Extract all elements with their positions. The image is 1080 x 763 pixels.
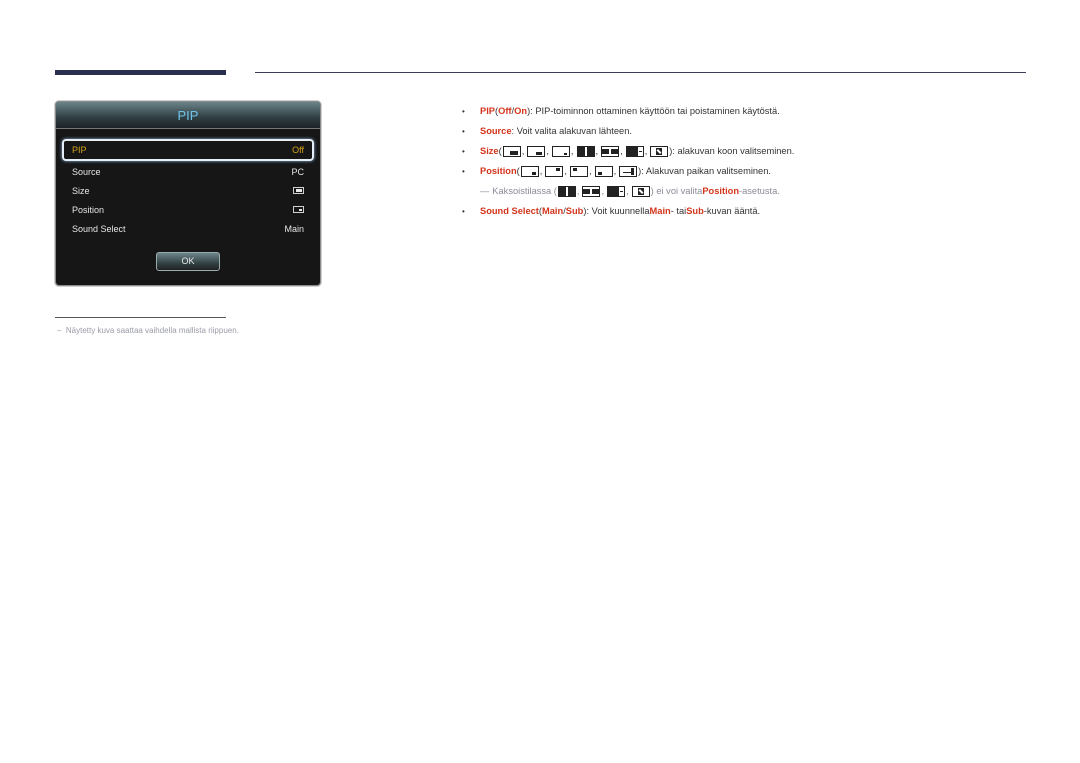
footnote-rule [55, 317, 226, 318]
osd-row-label: Sound Select [72, 223, 126, 234]
bullet-text: : Voit valita alakuvan lähteen. [511, 126, 632, 136]
term-source: Source [480, 126, 512, 136]
pip-osd-dialog: PIP PIP Off Source PC Size Position Soun… [55, 101, 321, 286]
bullet-text: : Alakuvan paikan valitseminen. [641, 166, 771, 176]
term-position: Position [480, 166, 517, 176]
term-pip: PIP [480, 106, 495, 116]
bullet-pip: • PIP (Off / On): PIP-toiminnon ottamine… [462, 101, 1062, 121]
header-bar-thick [55, 70, 226, 75]
term-off: Off [498, 106, 512, 116]
osd-row-label: Source [72, 166, 101, 177]
bullet-size: • Size ( , , , , , , ): alakuvan koon va… [462, 145, 795, 157]
osd-row-size[interactable]: Size [62, 181, 314, 200]
note-dash: — [480, 186, 490, 196]
bullet-text: : PIP-toiminnon ottaminen käyttöön tai p… [530, 106, 780, 116]
bullet-glyph: • [462, 107, 465, 116]
size-fullscreen-icon [650, 145, 669, 157]
term-main: Main [649, 206, 671, 216]
position-top-left-icon [569, 165, 588, 177]
term-position: Position [702, 186, 740, 196]
osd-row-sound-select[interactable]: Sound Select Main [62, 219, 314, 238]
osd-row-pip[interactable]: PIP Off [62, 139, 314, 161]
term-sound-select: Sound Select [480, 206, 539, 216]
bullet-text: -kuvan ääntä. [703, 206, 761, 216]
position-bottom-right-icon [520, 165, 539, 177]
bullet-text: : Voit kuunnella [586, 206, 650, 216]
term-sub: Sub [565, 206, 584, 216]
bullet-text: - tai [670, 206, 687, 216]
term-sub: Sub [686, 206, 704, 216]
size-side-by-side-small-icon [601, 145, 620, 157]
bullet-source: • Source: Voit valita alakuvan lähteen. [462, 121, 1062, 141]
osd-menu-list: PIP Off Source PC Size Position Sound Se… [62, 139, 314, 238]
size-main-sub-icon [607, 185, 626, 197]
size-large-icon [502, 145, 521, 157]
position-bottom-left-icon [594, 165, 613, 177]
note-text: Kaksoistilassa ( [492, 186, 557, 196]
term-size: Size [480, 146, 499, 156]
osd-row-position[interactable]: Position [62, 200, 314, 219]
paren: ( [498, 146, 502, 156]
bullet-glyph: • [462, 147, 465, 156]
osd-row-source[interactable]: Source PC [62, 162, 314, 181]
bullet-text: : alakuvan koon valitseminen. [672, 146, 795, 156]
position-custom-icon [619, 165, 638, 177]
osd-row-value: PC [291, 166, 304, 177]
note-dual-mode: — Kaksoistilassa ( , , , ) ei voi valita… [480, 185, 780, 197]
header-rule [255, 72, 1026, 73]
size-main-sub-icon [625, 145, 644, 157]
footnote: – Näytetty kuva saattaa vaihdella mallis… [57, 326, 239, 335]
bullet-glyph: • [462, 207, 465, 216]
note-text: -asetusta. [739, 186, 780, 196]
size-side-by-side-icon [576, 145, 595, 157]
bullet-position: • Position ( , , , , ): Alakuvan paikan … [462, 165, 771, 177]
osd-title: PIP [56, 102, 320, 129]
size-side-by-side-icon [557, 185, 576, 197]
osd-row-value: Main [284, 223, 304, 234]
position-icon [293, 206, 304, 213]
term-main: Main [542, 206, 564, 216]
size-side-by-side-small-icon [582, 185, 601, 197]
description-list: • PIP (Off / On): PIP-toiminnon ottamine… [462, 101, 1062, 221]
bullet-glyph: • [462, 167, 465, 176]
osd-row-label: Size [72, 185, 90, 196]
bullet-sound-select: • Sound Select (Main / Sub): Voit kuunne… [462, 201, 1062, 221]
position-top-right-icon [545, 165, 564, 177]
size-medium-icon [527, 145, 546, 157]
term-on: On [514, 106, 528, 116]
ok-button[interactable]: OK [156, 252, 220, 271]
footnote-dash: – [57, 326, 66, 335]
size-icon [293, 187, 304, 194]
size-fullscreen-icon [631, 185, 650, 197]
osd-row-label: Position [72, 204, 105, 215]
size-small-icon [551, 145, 570, 157]
paren: ( [516, 166, 520, 176]
osd-row-value: Off [292, 145, 304, 155]
bullet-glyph: • [462, 127, 465, 136]
note-text: ) ei voi valita [650, 186, 703, 196]
osd-row-label: PIP [72, 145, 87, 155]
footnote-text: Näytetty kuva saattaa vaihdella mallista… [65, 326, 239, 335]
